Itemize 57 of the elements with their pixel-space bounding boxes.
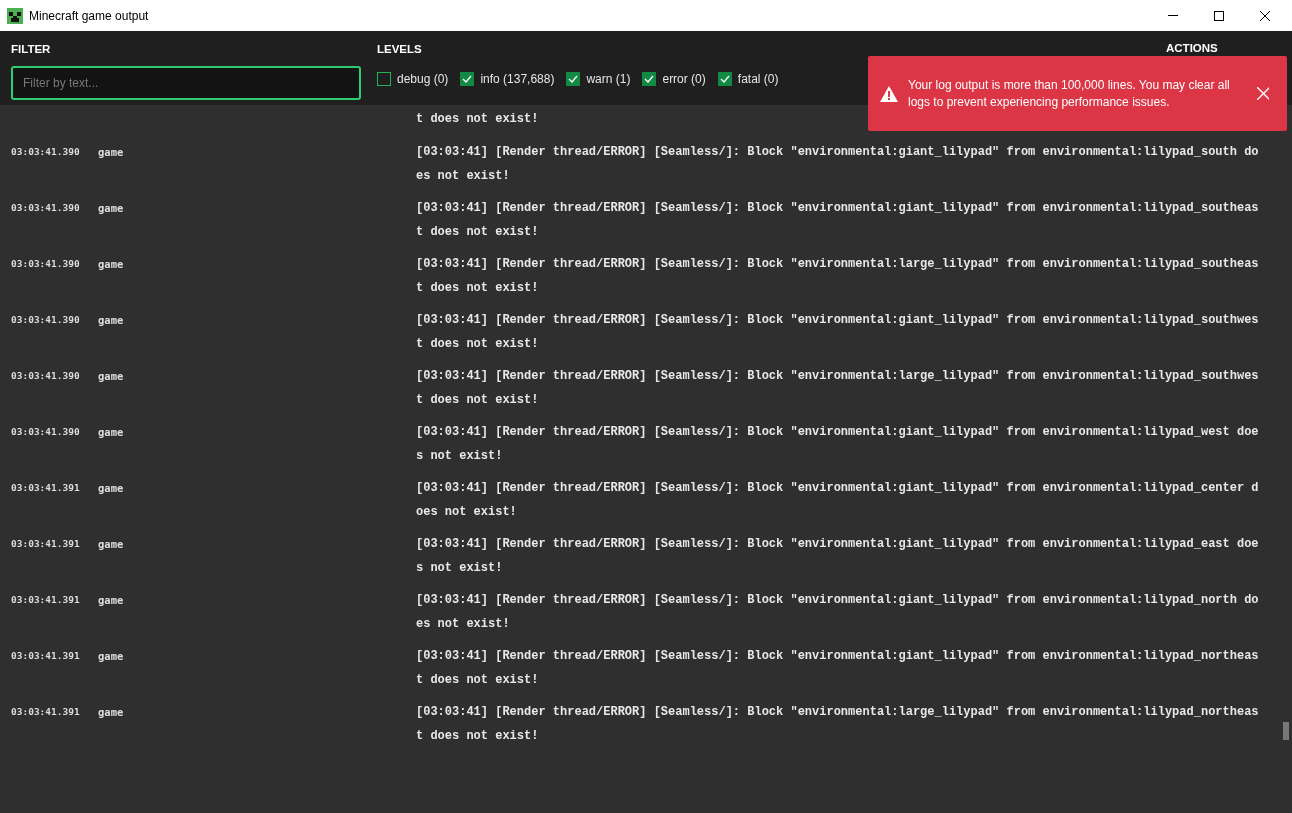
log-message: [03:03:41] [Render thread/ERROR] [Seamless/]: Block "environmental:giant_lilypad" from environmental:lilypad_west does not exist!	[416, 424, 1259, 465]
log-message: [03:03:41] [Render thread/ERROR] [Seamless/]: Block "environmental:large_lilypad" from environmental:lilypad_southwest does not exist!	[416, 368, 1259, 409]
level-label[interactable]: error (0)	[662, 70, 706, 89]
level-label[interactable]: info (137,688)	[480, 70, 555, 89]
log-message: [03:03:41] [Render thread/ERROR] [Seamless/]: Block "environmental:large_lilypad" from environmental:lilypad_northeast does not exist!	[416, 704, 1259, 745]
levels-label: LEVELS	[377, 42, 423, 57]
actions-label: ACTIONS	[1166, 41, 1218, 56]
level-checkbox[interactable]	[717, 72, 732, 87]
level-checkbox[interactable]	[566, 72, 581, 87]
log-source: game	[98, 146, 124, 158]
log-source: game	[98, 258, 124, 270]
log-message: [03:03:41] [Render thread/ERROR] [Seamless/]: Block "environmental:giant_lilypad" from environmental:lilypad_south does not exist!	[416, 144, 1259, 185]
close-icon	[1257, 87, 1269, 100]
log-source: game	[98, 594, 124, 606]
level-label[interactable]: warn (1)	[586, 70, 631, 89]
log-message: t does not exist!	[416, 111, 540, 128]
app-icon	[7, 7, 23, 24]
log-message: [03:03:41] [Render thread/ERROR] [Seamless/]: Block "environmental:giant_lilypad" from environmental:lilypad_southeast does not exist!	[416, 200, 1259, 241]
log-source: game	[98, 538, 124, 550]
log-message: [03:03:41] [Render thread/ERROR] [Seamless/]: Block "environmental:giant_lilypad" from environmental:lilypad_center does not exist!	[416, 480, 1259, 521]
level-label[interactable]: debug (0)	[397, 70, 449, 89]
alert-message: Your log output is more than 100,000 lines. You may clear all logs to prevent experiencing performance issues.	[908, 76, 1231, 111]
level-checkbox[interactable]	[460, 72, 475, 87]
log-source: game	[98, 314, 124, 326]
log-time: 03:03:41.390	[11, 202, 80, 213]
log-source: game	[98, 426, 124, 438]
scrollbar-thumb[interactable]	[1283, 722, 1289, 740]
filter-field[interactable]: Filter by text...	[11, 66, 361, 101]
log-message: [03:03:41] [Render thread/ERROR] [Seamless/]: Block "environmental:giant_lilypad" from environmental:lilypad_northeast does not exist!	[416, 648, 1259, 689]
minimize-icon	[1168, 15, 1178, 16]
log-time: 03:03:41.390	[11, 146, 80, 157]
filter-label: FILTER	[11, 42, 52, 57]
log-time: 03:03:41.391	[11, 482, 80, 493]
log-message: [03:03:41] [Render thread/ERROR] [Seamless/]: Block "environmental:giant_lilypad" from environmental:lilypad_east does not exist!	[416, 536, 1259, 577]
log-time: 03:03:41.390	[11, 426, 80, 437]
maximize-icon	[1214, 10, 1224, 21]
log-time: 03:03:41.391	[11, 650, 80, 661]
log-source: game	[98, 706, 124, 718]
log-source: game	[98, 370, 124, 382]
log-time: 03:03:41.390	[11, 258, 80, 269]
log-time: 03:03:41.390	[11, 370, 80, 381]
warning-icon	[880, 85, 898, 102]
log-time: 03:03:41.391	[11, 706, 80, 717]
log-source: game	[98, 482, 124, 494]
log-source: game	[98, 202, 124, 214]
level-checkbox[interactable]	[377, 72, 391, 87]
log-message: [03:03:41] [Render thread/ERROR] [Seamless/]: Block "environmental:large_lilypad" from environmental:lilypad_southeast does not exist!	[416, 256, 1259, 297]
log-source: game	[98, 650, 124, 662]
log-message: [03:03:41] [Render thread/ERROR] [Seamless/]: Block "environmental:giant_lilypad" from environmental:lilypad_north does not exist!	[416, 592, 1259, 633]
level-checkbox[interactable]	[642, 72, 657, 87]
log-time: 03:03:41.391	[11, 594, 80, 605]
close-icon	[1260, 10, 1270, 21]
log-time: 03:03:41.390	[11, 314, 80, 325]
log-time: 03:03:41.391	[11, 538, 80, 549]
log-message: [03:03:41] [Render thread/ERROR] [Seamless/]: Block "environmental:giant_lilypad" from environmental:lilypad_southwest does not exist!	[416, 312, 1259, 353]
level-label[interactable]: fatal (0)	[737, 70, 779, 89]
window-title: Minecraft game output	[29, 7, 149, 25]
